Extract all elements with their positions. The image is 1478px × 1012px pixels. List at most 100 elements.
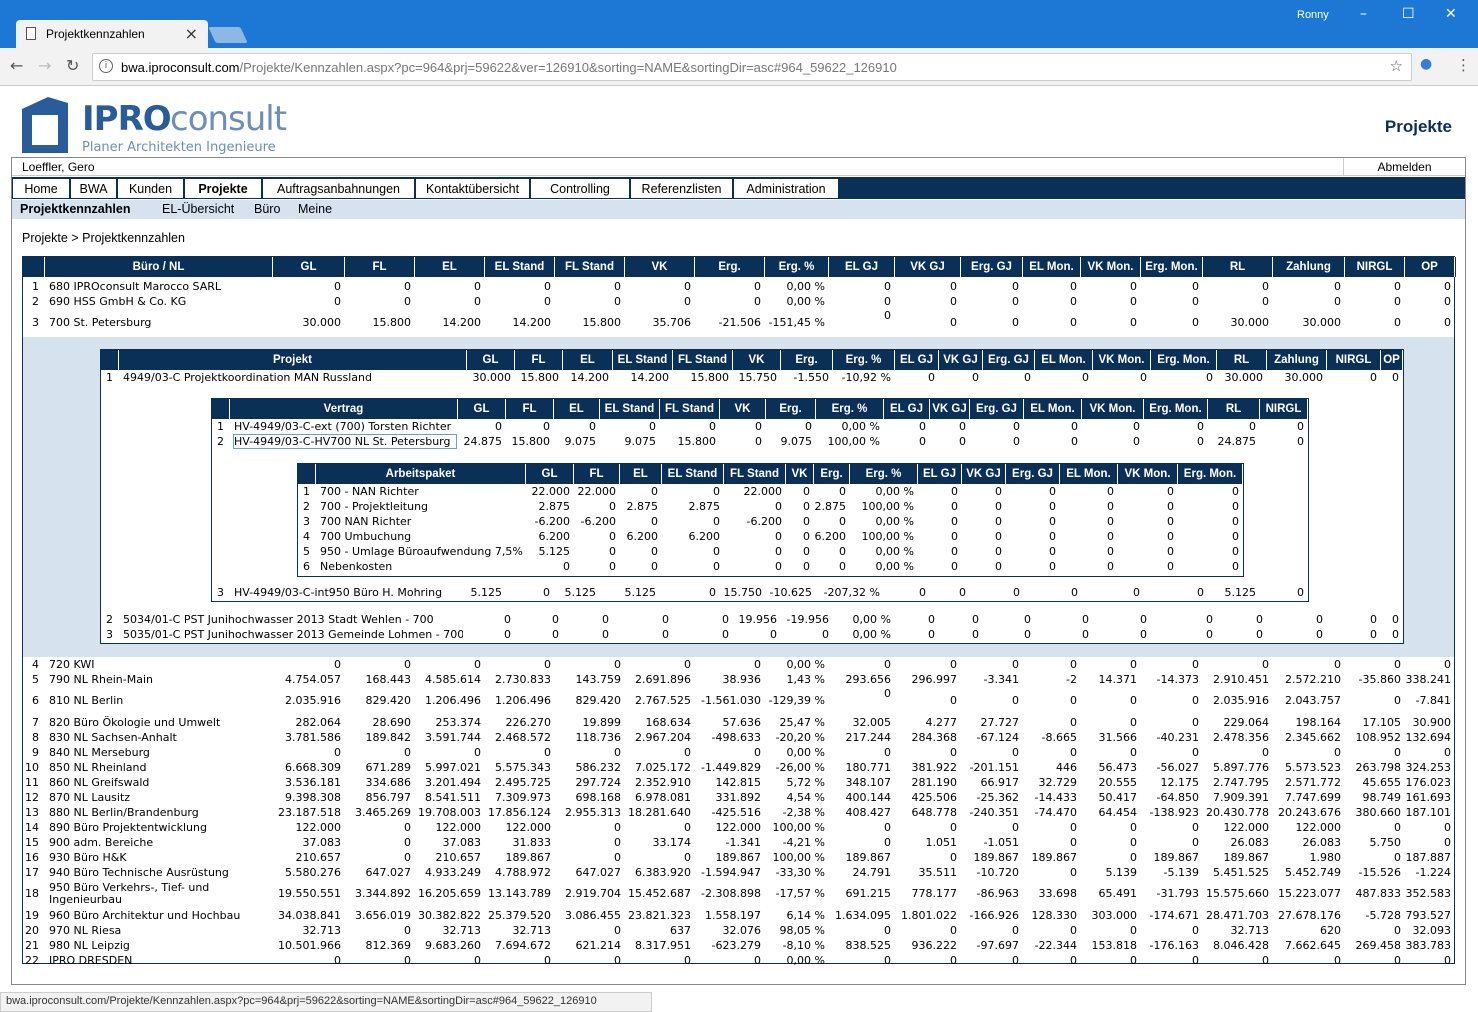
row-name[interactable]: 890 Büro Projektentwicklung — [49, 821, 269, 834]
column-header[interactable]: FL Stand — [724, 464, 786, 484]
row-name[interactable]: 680 IPROconsult Marocco SARL — [49, 280, 269, 293]
column-header[interactable]: Erg. Mon. — [1151, 350, 1217, 370]
row-name[interactable]: 790 NL Rhein-Main — [49, 673, 269, 686]
column-header[interactable]: Erg. GJ — [970, 399, 1024, 419]
column-header[interactable]: VK Mon. — [1082, 399, 1144, 419]
reload-icon[interactable]: ↻ — [66, 56, 79, 75]
column-header[interactable]: EL — [415, 257, 485, 277]
row-name[interactable]: 690 HSS GmbH & Co. KG — [49, 295, 269, 308]
back-icon[interactable]: ← — [10, 56, 23, 75]
row-name[interactable]: 4949/03-C Projektkoordination MAN Russla… — [123, 371, 463, 384]
column-header[interactable]: GL — [458, 399, 506, 419]
row-name[interactable]: 700 - Projektleitung — [320, 500, 525, 513]
subnav-tab-elübersicht[interactable]: EL-Übersicht — [162, 202, 234, 216]
column-header[interactable]: VK Mon. — [1093, 350, 1151, 370]
office-row[interactable]: 16 930 Büro H&K 210.657 0 210.657 189.867 0 0 18… — [23, 850, 1455, 865]
nav-tab-controlling[interactable]: Controlling — [530, 178, 630, 199]
row-name[interactable]: 880 NL Berlin/Brandenburg — [49, 806, 269, 819]
column-header[interactable]: FL Stand — [555, 257, 625, 277]
column-header[interactable]: NIRGL — [1345, 257, 1405, 277]
row-name[interactable]: 860 NL Greifswald — [49, 776, 269, 789]
column-header[interactable]: EL — [563, 350, 613, 370]
column-header[interactable]: EL Stand — [485, 257, 555, 277]
column-header[interactable]: EL GJ — [918, 464, 962, 484]
column-header[interactable]: Erg. — [695, 257, 765, 277]
nav-tab-bwa[interactable]: BWA — [70, 178, 117, 199]
row-name[interactable]: HV-4949/03-C-int950 Büro H. Mohring — [234, 586, 456, 599]
row-name[interactable]: 5034/01-C PST Junihochwasser 2013 Stadt … — [123, 613, 463, 626]
office-row[interactable]: 2 690 HSS GmbH & Co. KG 0 0 0 0 0 0 0 0,00 % 0 0 0 0 0… — [23, 294, 1455, 309]
nav-tab-auftragsanbahnungen[interactable]: Auftragsanbahnungen — [262, 178, 415, 199]
office-row[interactable]: 11 860 NL Greifswald 3.536.181 334.686 3.201… — [23, 775, 1455, 790]
row-name[interactable]: 5035/01-C PST Junihochwasser 2013 Gemein… — [123, 628, 463, 641]
office-row[interactable]: 9 840 NL Merseburg 0 0 0 0 0 0 0 0,00 % 0 0 0 0 0 0 0 0 0 0 — [23, 745, 1455, 760]
column-header[interactable]: Erg. % — [833, 350, 895, 370]
column-header[interactable]: VK — [733, 350, 781, 370]
column-header[interactable]: Projekt — [119, 350, 467, 370]
column-header[interactable]: EL Stand — [600, 399, 660, 419]
close-tab-icon[interactable]: × — [185, 24, 198, 43]
column-header[interactable]: Vertrag — [230, 399, 458, 419]
column-header[interactable]: VK GJ — [895, 257, 961, 277]
column-header[interactable]: VK GJ — [939, 350, 983, 370]
column-header[interactable]: EL GJ — [829, 257, 895, 277]
column-header[interactable]: VK GJ — [930, 399, 970, 419]
row-name[interactable]: 960 Büro Architektur und Hochbau — [49, 909, 269, 922]
row-name[interactable]: 870 NL Lausitz — [49, 791, 269, 804]
column-header[interactable]: VK Mon. — [1118, 464, 1178, 484]
column-header[interactable]: EL Stand — [662, 464, 724, 484]
row-name[interactable]: 970 NL Riesa — [49, 924, 269, 937]
column-header[interactable]: EL Stand — [613, 350, 673, 370]
column-header[interactable]: FL Stand — [660, 399, 720, 419]
column-header[interactable]: Erg. GJ — [983, 350, 1035, 370]
close-window-icon[interactable]: ✕ — [1445, 6, 1457, 22]
office-row[interactable]: 3 700 St. Petersburg 30.000 15.800 14.200 14.… — [23, 309, 1455, 337]
column-header[interactable]: Zahlung — [1273, 257, 1345, 277]
column-header[interactable]: EL GJ — [895, 350, 939, 370]
column-header[interactable]: Erg. — [781, 350, 833, 370]
extension-icon[interactable]: ● — [1420, 56, 1438, 76]
column-header[interactable]: Büro / NL — [45, 257, 273, 277]
column-header[interactable]: Zahlung — [1267, 350, 1327, 370]
row-name[interactable]: 820 Büro Ökologie und Umwelt — [49, 716, 269, 729]
office-row[interactable]: 5 790 NL Rhein-Main 4.754.057 168.443 4.585.… — [23, 672, 1455, 687]
row-name[interactable]: 950 Büro Verkehrs-, Tief- und Ingenieurb… — [49, 882, 269, 906]
row-name[interactable]: 700 NAN Richter — [320, 515, 525, 528]
row-name[interactable]: Nebenkosten — [320, 560, 525, 573]
maximize-icon[interactable]: ☐ — [1402, 6, 1415, 22]
column-header[interactable]: EL — [554, 399, 600, 419]
office-row[interactable]: 21 980 NL Leipzig 10.501.966 812.369 9.683.2… — [23, 938, 1455, 953]
project-row[interactable]: 3 5035/01-C PST Junihochwasser 2013 Gemei… — [101, 627, 1403, 642]
row-name[interactable]: 850 NL Rheinland — [49, 761, 269, 774]
contract-row[interactable]: 1 HV-4949/03-C-ext (700) Torsten Richter 0… — [212, 419, 1308, 434]
column-header[interactable]: Erg. — [766, 399, 816, 419]
office-row[interactable]: 20 970 NL Riesa 32.713 0 32.713 32.713 0 637 32.… — [23, 923, 1455, 938]
column-header[interactable]: RL — [1208, 399, 1260, 419]
column-header[interactable]: Erg. Mon. — [1141, 257, 1203, 277]
row-name[interactable]: 840 NL Merseburg — [49, 746, 269, 759]
column-header[interactable]: GL — [526, 464, 574, 484]
row-name[interactable]: 810 NL Berlin — [49, 694, 269, 707]
column-header[interactable]: VK — [625, 257, 695, 277]
office-row[interactable]: 10 850 NL Rheinland 6.668.309 671.289 5.997.… — [23, 760, 1455, 775]
logout-button[interactable]: Abmelden — [1343, 158, 1465, 176]
contract-row[interactable]: 2 HV-4949/03-C-HV700 NL St. Petersburg 24.… — [212, 433, 1308, 449]
row-name[interactable]: 830 NL Sachsen-Anhalt — [49, 731, 269, 744]
row-name[interactable]: 950 - Umlage Büroaufwendung 7,5% — [320, 545, 525, 558]
menu-icon[interactable]: ⋮ — [1456, 56, 1471, 74]
work-package-row[interactable]: 3 700 NAN Richter -6.200 -6.200 0 0 -6.200 0 0 0,… — [298, 514, 1243, 529]
column-header[interactable]: FL — [506, 399, 554, 419]
column-header[interactable]: Erg. % — [850, 464, 918, 484]
column-header[interactable]: Erg. GJ — [1006, 464, 1060, 484]
column-header[interactable]: FL — [574, 464, 620, 484]
column-header[interactable]: FL — [345, 257, 415, 277]
address-bar[interactable]: i bwa.iproconsult.com/Projekte/Kennzahle… — [92, 53, 1412, 81]
subnav-tab-meine[interactable]: Meine — [298, 202, 332, 216]
column-header[interactable]: OP — [1405, 257, 1455, 277]
column-header[interactable]: RL — [1203, 257, 1273, 277]
nav-tab-referenzlisten[interactable]: Referenzlisten — [630, 178, 733, 199]
nav-tab-kunden[interactable]: Kunden — [117, 178, 184, 199]
column-header[interactable]: EL Mon. — [1024, 399, 1082, 419]
subnav-tab-projektkennzahlen[interactable]: Projektkennzahlen — [20, 202, 130, 216]
column-header[interactable]: Arbeitspaket — [316, 464, 526, 484]
